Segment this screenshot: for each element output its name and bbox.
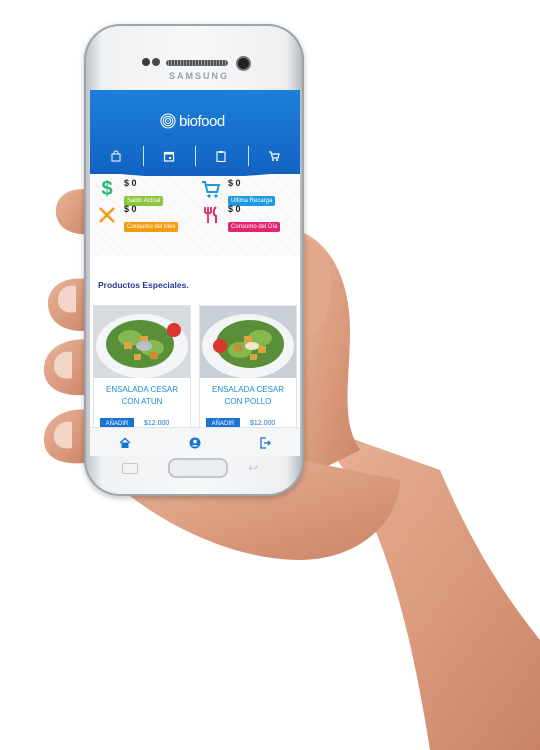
fork-knife-icon: [200, 204, 222, 226]
product-list: ENSALADA CESAR CON ATUN AÑADIR $12.000 E…: [93, 305, 297, 431]
stat-consumo-mes: $ 0 Consumo del Mes: [96, 204, 179, 233]
nav-cart[interactable]: [247, 142, 301, 170]
mes-label: Consumo del Mes: [124, 222, 179, 232]
phone-speaker: [166, 60, 228, 66]
cart-icon: [200, 178, 222, 200]
user-icon: [189, 437, 201, 448]
phone-brand-label: SAMSUNG: [168, 71, 229, 81]
product-name[interactable]: ENSALADA CESAR CON ATUN: [94, 384, 190, 408]
app-logo-text: biofood: [179, 112, 225, 130]
app-logo[interactable]: biofood: [160, 112, 225, 130]
utensils-icon: [96, 204, 118, 226]
phone-sensor: [142, 58, 150, 66]
saldo-value: $ 0: [124, 178, 137, 188]
top-navbar: [90, 142, 300, 170]
logout-icon: [260, 436, 271, 449]
stat-consumo-dia: $ 0 Consumo del Día: [200, 204, 281, 233]
nav-shop[interactable]: [90, 142, 143, 170]
phone-sensor: [152, 58, 160, 66]
app-screen: biofood $ $ 0 Saldo Actual $ 0 Ultima Re…: [90, 90, 300, 456]
bottom-nav-home[interactable]: [90, 428, 160, 456]
product-name[interactable]: ENSALADA CESAR CON POLLO: [200, 384, 296, 408]
home-icon: [119, 437, 131, 448]
stat-ultima-recarga: $ 0 Ultima Recarga: [200, 178, 276, 207]
stat-saldo-actual: $ $ 0 Saldo Actual: [96, 177, 164, 207]
shopping-bag-icon: [111, 150, 121, 162]
calendar-icon: [163, 151, 174, 162]
product-card[interactable]: ENSALADA CESAR CON POLLO AÑADIR $12.000: [199, 305, 297, 431]
recarga-value: $ 0: [228, 178, 241, 188]
product-image: [94, 306, 190, 378]
bottom-nav-profile[interactable]: [160, 428, 230, 456]
mes-value: $ 0: [124, 204, 137, 214]
dia-label: Consumo del Día: [228, 222, 281, 232]
product-card[interactable]: ENSALADA CESAR CON ATUN AÑADIR $12.000: [93, 305, 191, 431]
nav-orders[interactable]: [195, 142, 248, 170]
section-title: Productos Especiales.: [98, 280, 189, 290]
product-image: [200, 306, 296, 378]
nav-calendar[interactable]: [142, 142, 196, 170]
cart-icon: [268, 151, 280, 161]
bottom-nav-logout[interactable]: [230, 428, 300, 456]
phone-home-button[interactable]: [168, 458, 228, 478]
phone-front-camera: [238, 58, 249, 69]
app-header: biofood: [90, 90, 300, 174]
dollar-icon: $: [101, 177, 113, 200]
recent-apps-key[interactable]: [122, 463, 138, 474]
bottom-navbar: [90, 427, 300, 456]
back-key[interactable]: ↩: [248, 461, 258, 475]
clipboard-icon: [216, 151, 226, 162]
fingerprint-logo-icon: [160, 113, 176, 129]
dia-value: $ 0: [228, 204, 241, 214]
balance-summary: $ $ 0 Saldo Actual $ 0 Ultima Recarga $ …: [90, 176, 300, 256]
